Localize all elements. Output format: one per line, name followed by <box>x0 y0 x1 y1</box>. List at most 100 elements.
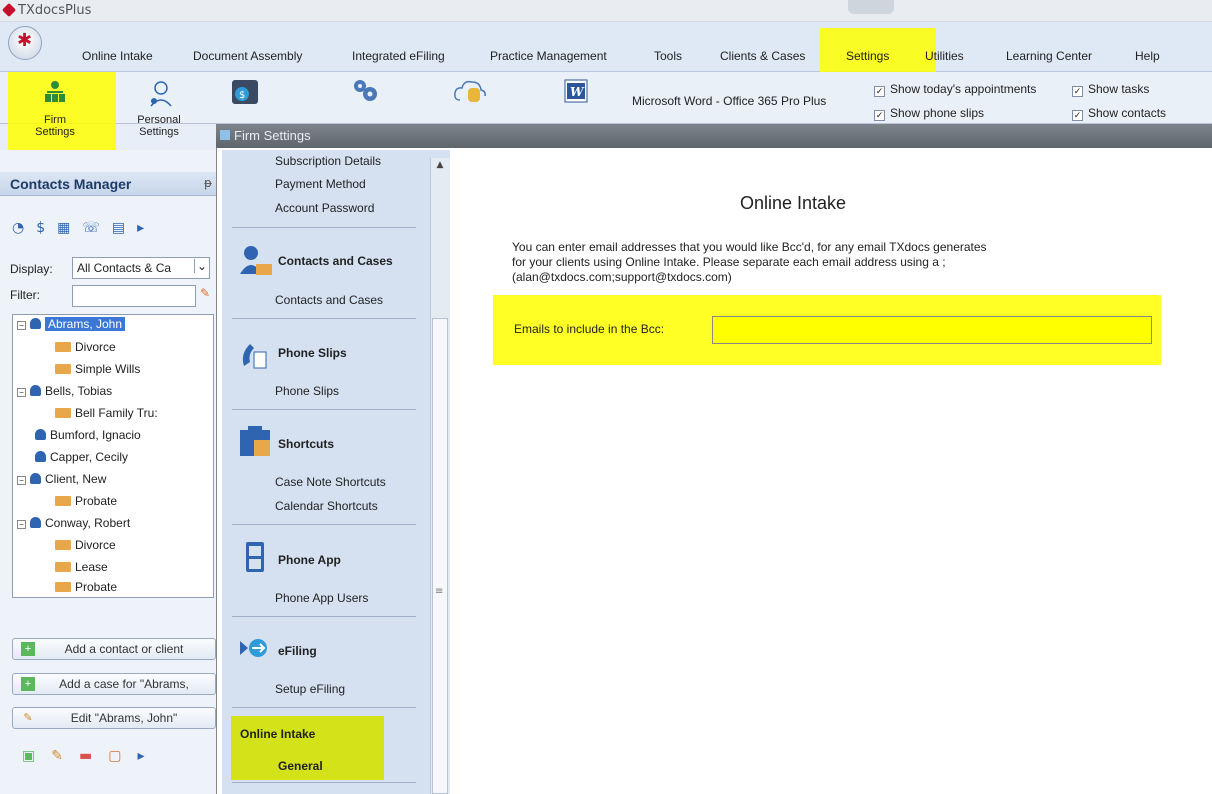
nav-divider <box>232 707 416 708</box>
description-line: You can enter email addresses that you w… <box>512 240 987 254</box>
word-icon[interactable]: W <box>562 78 592 106</box>
nav-header-shortcuts: Shortcuts <box>278 437 335 451</box>
shortcuts-icon <box>238 424 274 460</box>
firm-settings-button[interactable]: Firm Settings <box>20 76 90 138</box>
nav-subscription-details[interactable]: Subscription Details <box>275 154 381 168</box>
eraser-icon[interactable]: ✎ <box>200 286 212 304</box>
menu-bar <box>0 22 1212 72</box>
menu-integrated-efiling[interactable]: Integrated eFiling <box>352 49 445 63</box>
tree-case[interactable]: Simple Wills <box>55 362 140 376</box>
nav-header-phone-app: Phone App <box>278 553 341 567</box>
app-menu-button[interactable] <box>8 26 42 60</box>
nav-divider <box>232 409 416 410</box>
tree-case[interactable]: Bell Family Tru: <box>55 406 158 420</box>
phone-slips-icon <box>238 336 272 372</box>
tree-contact[interactable]: Capper, Cecily <box>35 450 128 464</box>
nav-divider <box>232 318 416 319</box>
title-bar: TXdocsPlus <box>0 0 1212 22</box>
personal-settings-button[interactable]: Personal Settings <box>124 76 194 138</box>
tree-contact[interactable]: − Conway, Robert <box>17 516 130 530</box>
menu-clients-cases[interactable]: Clients & Cases <box>720 49 805 63</box>
bcc-emails-input[interactable] <box>712 316 1152 344</box>
nav-header-online-intake: Online Intake <box>240 727 316 741</box>
nav-calendar-shortcuts[interactable]: Calendar Shortcuts <box>275 499 378 513</box>
window-title: TXdocsPlus <box>18 3 92 18</box>
tree-contact[interactable]: Bumford, Ignacio <box>35 428 141 442</box>
page-title: Online Intake <box>740 193 847 213</box>
minimize-button[interactable] <box>848 0 894 14</box>
gears-icon[interactable] <box>350 76 380 106</box>
contacts-manager-title: Contacts Manager <box>10 176 132 192</box>
scroll-up-icon[interactable]: ▲ <box>432 160 448 174</box>
nav-divider <box>232 524 416 525</box>
menu-document-assembly[interactable]: Document Assembly <box>193 49 302 63</box>
phone-app-icon <box>244 540 268 574</box>
nav-phone-slips[interactable]: Phone Slips <box>275 384 339 398</box>
grip-icon: ≡ <box>435 586 444 597</box>
add-contact-button[interactable]: + Add a contact or client <box>12 638 216 660</box>
app-logo-icon <box>1 2 17 18</box>
personal-settings-label: Personal Settings <box>137 114 181 138</box>
description-line: (alan@txdocs.com;support@txdocs.com) <box>512 270 732 284</box>
firm-settings-title: Firm Settings <box>234 128 311 143</box>
display-label: Display: <box>10 262 53 276</box>
edit-contact-button[interactable]: ✎ Edit "Abrams, John" <box>12 707 216 729</box>
menu-utilities[interactable]: Utilities <box>925 49 964 63</box>
tree-case[interactable]: Probate <box>55 580 117 594</box>
nav-header-phone-slips: Phone Slips <box>278 346 347 360</box>
tree-case[interactable]: Lease <box>55 560 108 574</box>
show-tasks-checkbox[interactable]: ✓ Show tasks <box>1072 82 1149 97</box>
filter-input[interactable] <box>72 285 196 307</box>
contacts-tree: − Abrams, John Divorce Simple Wills − Bell… <box>12 314 214 598</box>
nav-payment-method[interactable]: Payment Method <box>275 177 366 191</box>
contacts-toolbar[interactable]: ◔$▦☏▤▸ <box>12 220 156 236</box>
tree-contact[interactable]: − Bells, Tobias <box>17 384 112 398</box>
pin-icon[interactable]: ᵽ <box>204 176 212 190</box>
office-version-label: Microsoft Word - Office 365 Pro Plus <box>632 94 827 108</box>
scrollbar-thumb[interactable] <box>432 318 448 794</box>
menu-help[interactable]: Help <box>1135 49 1160 63</box>
nav-setup-efiling[interactable]: Setup eFiling <box>275 682 345 696</box>
svg-text:$: $ <box>239 90 245 101</box>
svg-text:W: W <box>570 85 585 99</box>
menu-tools[interactable]: Tools <box>654 49 682 63</box>
person-gear-icon <box>145 80 173 108</box>
nav-phone-app-users[interactable]: Phone App Users <box>275 591 368 605</box>
tree-contact[interactable]: − Abrams, John <box>17 317 126 331</box>
description-text: You can enter email addresses that you w… <box>512 240 1132 285</box>
menu-online-intake[interactable]: Online Intake <box>82 49 153 63</box>
chevron-down-icon: ⌄ <box>193 259 207 273</box>
description-line: for your clients using Online Intake. Pl… <box>512 255 946 269</box>
display-select[interactable]: All Contacts & Ca ⌄ <box>72 257 210 279</box>
show-phone-slips-checkbox[interactable]: ✓ Show phone slips <box>874 106 984 121</box>
filter-label: Filter: <box>10 288 40 302</box>
firm-settings-titlebar: Firm Settings <box>216 124 1212 148</box>
efiling-icon <box>238 637 272 659</box>
nav-contacts-cases[interactable]: Contacts and Cases <box>275 293 383 307</box>
menu-learning-center[interactable]: Learning Center <box>1006 49 1092 63</box>
org-chart-icon <box>41 80 69 108</box>
nav-divider <box>232 227 416 228</box>
tree-case[interactable]: Probate <box>55 494 117 508</box>
menu-practice-management[interactable]: Practice Management <box>490 49 607 63</box>
bottom-action-bar[interactable]: ▣✎▬▢▸ <box>22 748 160 764</box>
nav-header-efiling: eFiling <box>278 644 317 658</box>
nav-account-password[interactable]: Account Password <box>275 201 374 215</box>
show-appointments-checkbox[interactable]: ✓ Show today's appointments <box>874 82 1036 97</box>
tree-contact[interactable]: − Client, New <box>17 472 106 486</box>
nav-general[interactable]: General <box>278 759 323 773</box>
nav-header-contacts-cases: Contacts and Cases <box>278 254 393 268</box>
add-case-button[interactable]: + Add a case for "Abrams, <box>12 673 216 695</box>
nav-divider <box>232 616 416 617</box>
org-chart-icon <box>220 130 230 140</box>
nav-case-note-shortcuts[interactable]: Case Note Shortcuts <box>275 475 386 489</box>
contacts-cases-icon <box>238 244 274 280</box>
tree-case[interactable]: Divorce <box>55 538 116 552</box>
billing-icon[interactable]: $ <box>230 78 260 108</box>
cloud-database-icon[interactable] <box>452 76 488 106</box>
show-contacts-checkbox[interactable]: ✓ Show contacts <box>1072 106 1166 121</box>
bcc-label: Emails to include in the Bcc: <box>514 322 665 336</box>
menu-settings[interactable]: Settings <box>846 49 889 63</box>
nav-divider <box>232 782 416 783</box>
tree-case[interactable]: Divorce <box>55 340 116 354</box>
